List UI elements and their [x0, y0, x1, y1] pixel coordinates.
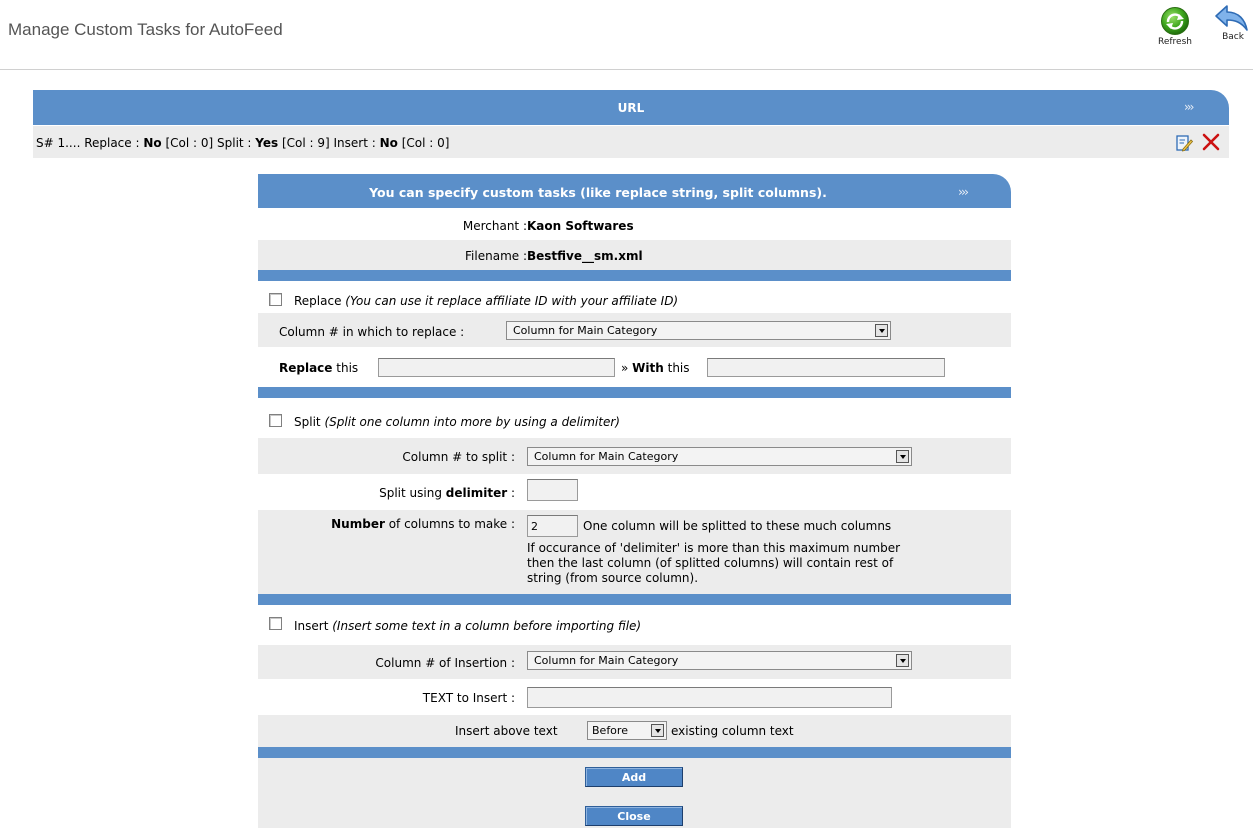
merchant-label: Merchant : [462, 219, 527, 233]
filename-row: Filename : Bestfive__sm.xml [258, 240, 1011, 270]
refresh-icon [1161, 7, 1189, 35]
dialog-title: You can specify custom tasks (like repla… [369, 185, 827, 200]
edit-icon[interactable] [1175, 134, 1193, 152]
replace-column-label: Column # in which to replace : [279, 325, 465, 339]
delimiter-label: Split using delimiter : [379, 486, 515, 500]
insert-text-row: TEXT to Insert : [258, 679, 1011, 715]
back-label: Back [1222, 32, 1244, 42]
number-of-columns-input[interactable] [527, 515, 578, 537]
filename-label: Filename : [465, 249, 527, 263]
insert-text-label: TEXT to Insert : [422, 691, 515, 705]
replace-values-row: Replace this » With this [258, 347, 1011, 387]
split-help-1: One column will be splitted to these muc… [583, 519, 892, 533]
filename-value: Bestfive__sm.xml [527, 249, 643, 263]
with-this-label: » With this [621, 361, 690, 375]
insert-text-input[interactable] [527, 687, 892, 708]
chevron-down-icon [875, 324, 888, 337]
split-checkbox-text: Split (Split one column into more by usi… [294, 415, 620, 429]
replace-checkbox-row: Replace (You can use it replace affiliat… [258, 281, 1011, 313]
split-help-4: string (from source column). [527, 571, 699, 585]
delimiter-input[interactable] [527, 479, 578, 501]
expand-arrows-icon[interactable]: ››› [1184, 100, 1195, 114]
split-column-label: Column # to split : [402, 450, 515, 464]
insert-position-prefix: Insert above text [455, 724, 558, 738]
insert-checkbox-row: Insert (Insert some text in a column bef… [258, 605, 1011, 645]
replace-this-input[interactable] [378, 358, 615, 377]
chevron-down-icon [651, 724, 664, 737]
custom-task-dialog: You can specify custom tasks (like repla… [258, 174, 1011, 828]
with-this-input[interactable] [707, 358, 945, 377]
header-divider [0, 69, 1253, 70]
insert-checkbox-text: Insert (Insert some text in a column bef… [294, 619, 642, 633]
delete-icon[interactable] [1200, 131, 1222, 153]
replace-column-row: Column # in which to replace : Column fo… [258, 313, 1011, 347]
chevron-down-icon [896, 450, 909, 463]
split-column-row: Column # to split : Column for Main Cate… [258, 438, 1011, 474]
insert-checkbox[interactable] [269, 617, 282, 630]
split-checkbox-row: Split (Split one column into more by usi… [258, 398, 1011, 438]
replace-checkbox-text: Replace (You can use it replace affiliat… [294, 294, 679, 308]
split-delimiter-row: Split using delimiter : [258, 474, 1011, 510]
url-section-header: URL ››› [33, 90, 1229, 125]
close-button[interactable]: Close [585, 806, 683, 826]
page-title: Manage Custom Tasks for AutoFeed [8, 20, 283, 39]
task-row: S# 1.... Replace : No [Col : 0] Split : … [33, 126, 1229, 158]
dialog-header: You can specify custom tasks (like repla… [258, 174, 1011, 208]
insert-position-select[interactable]: Before [587, 721, 667, 740]
merchant-value: Kaon Softwares [527, 219, 634, 233]
split-help-2: If occurance of 'delimiter' is more than… [527, 541, 901, 555]
insert-column-label: Column # of Insertion : [375, 656, 515, 670]
chevron-down-icon [896, 654, 909, 667]
dialog-arrows-icon[interactable]: ››› [958, 184, 969, 199]
section-divider [258, 747, 1011, 758]
split-number-row: Number of columns to make : One column w… [258, 510, 1011, 594]
back-arrow-icon [1215, 5, 1248, 31]
replace-this-label: Replace this [279, 361, 359, 375]
refresh-label: Refresh [1158, 37, 1192, 47]
url-section-title: URL [617, 101, 645, 115]
task-summary: S# 1.... Replace : No [Col : 0] Split : … [36, 136, 450, 150]
insert-column-select[interactable]: Column for Main Category [527, 651, 912, 670]
merchant-row: Merchant : Kaon Softwares [258, 210, 1011, 240]
add-button[interactable]: Add [585, 767, 683, 787]
refresh-button[interactable]: Refresh [1157, 6, 1193, 47]
insert-column-row: Column # of Insertion : Column for Main … [258, 645, 1011, 679]
replace-column-select[interactable]: Column for Main Category [506, 321, 891, 340]
section-divider [258, 270, 1011, 281]
back-button[interactable]: Back [1213, 2, 1253, 42]
split-column-select[interactable]: Column for Main Category [527, 447, 912, 466]
split-checkbox[interactable] [269, 414, 282, 427]
insert-position-row: Insert above text Before existing column… [258, 715, 1011, 747]
replace-checkbox[interactable] [269, 293, 282, 306]
dialog-actions: Add Close [258, 758, 1011, 828]
section-divider [258, 594, 1011, 605]
number-of-columns-label: Number of columns to make : [331, 517, 515, 531]
insert-position-suffix: existing column text [671, 724, 794, 738]
section-divider [258, 387, 1011, 398]
split-help-3: then the last column (of splitted column… [527, 556, 894, 570]
